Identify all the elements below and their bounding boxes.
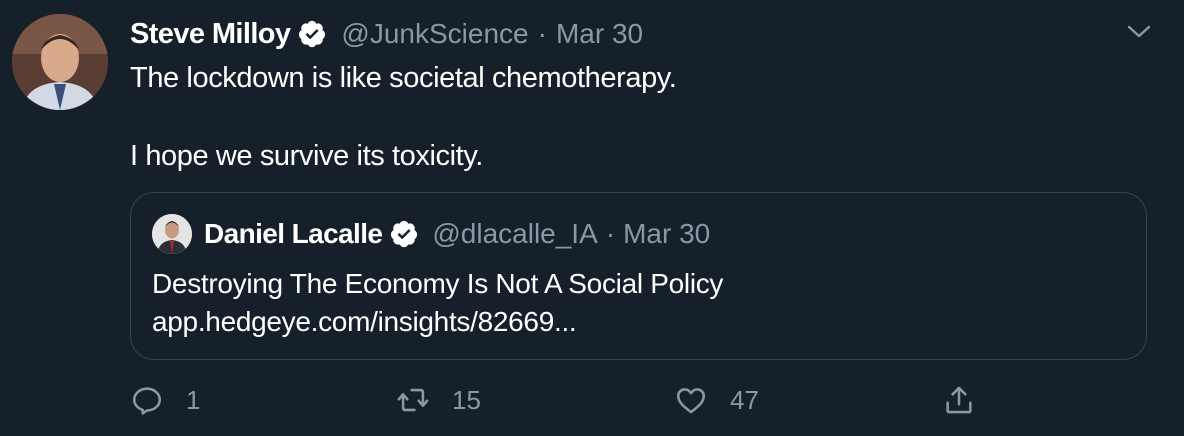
reply-count: 1 [186, 384, 201, 415]
quoted-tweet-link[interactable]: app.hedgeye.com/insights/82669... [152, 303, 723, 341]
chevron-down-icon[interactable] [1124, 20, 1154, 44]
verified-badge-icon [389, 219, 419, 249]
tweet[interactable]: Steve Milloy @JunkScience · Mar 30 The l… [0, 0, 1184, 436]
quoted-header-separator: · [605, 218, 616, 249]
retweet-button[interactable]: 15 [396, 378, 481, 422]
like-button[interactable]: 47 [674, 378, 759, 422]
quoted-tweet-header: Daniel Lacalle @dlacalle_IA · Mar 30 [152, 213, 710, 255]
retweet-count: 15 [452, 384, 481, 415]
tweet-actions: 1 15 47 [130, 378, 1130, 422]
tweet-text: The lockdown is like societal chemothera… [130, 62, 677, 172]
quoted-author-avatar [152, 214, 192, 254]
quoted-tweet[interactable]: Daniel Lacalle @dlacalle_IA · Mar 30 Des… [130, 192, 1147, 360]
tweet-date[interactable]: Mar 30 [556, 18, 643, 50]
retweet-icon [397, 388, 429, 412]
tweet-header: Steve Milloy @JunkScience · Mar 30 [130, 14, 643, 54]
verified-badge-icon [297, 19, 327, 49]
quoted-author-handle: @dlacalle_IA [432, 218, 598, 249]
share-icon [946, 386, 972, 414]
like-icon [676, 388, 706, 414]
share-button[interactable] [942, 378, 976, 422]
like-count: 47 [730, 384, 759, 415]
author-handle[interactable]: @JunkScience [341, 18, 528, 50]
reply-icon [132, 387, 162, 415]
quoted-tweet-text: Destroying The Economy Is Not A Social P… [152, 265, 723, 341]
quoted-author-name: Daniel Lacalle [204, 218, 383, 249]
quoted-tweet-date: Mar 30 [623, 218, 711, 249]
author-avatar[interactable] [12, 14, 108, 110]
quoted-tweet-title: Destroying The Economy Is Not A Social P… [152, 268, 724, 299]
header-separator: · [537, 18, 547, 49]
reply-button[interactable]: 1 [130, 378, 200, 422]
author-name[interactable]: Steve Milloy [130, 18, 291, 51]
